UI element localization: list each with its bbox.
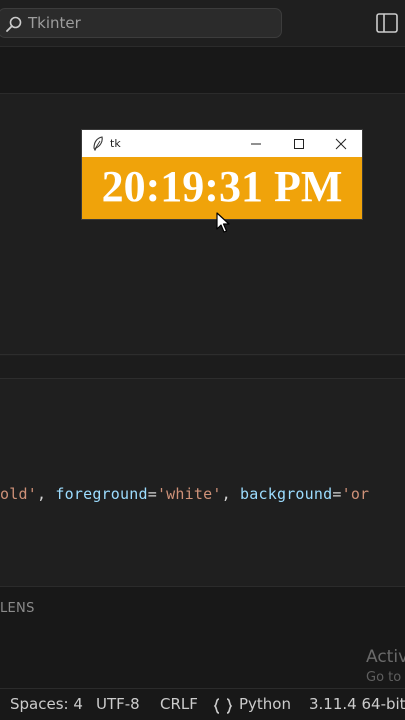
status-python-interpreter[interactable]: 3.11.4 64-bit (309, 695, 405, 713)
command-center-search[interactable]: Tkinter (0, 8, 282, 38)
sticky-scroll-band (0, 356, 405, 378)
code-token: 'or (341, 485, 370, 503)
tk-clock-window[interactable]: tk 20:19:31 PM (82, 130, 362, 219)
status-eol[interactable]: CRLF (160, 695, 198, 713)
search-query: Tkinter (28, 14, 81, 32)
toggle-sidebar-layout-icon[interactable] (376, 13, 398, 33)
editor-divider (0, 354, 405, 355)
activate-windows-watermark: Activ (366, 647, 405, 667)
code-line[interactable]: old', foreground='white', background='or (0, 485, 369, 503)
status-encoding[interactable]: UTF-8 (96, 695, 140, 713)
tk-window-title: tk (110, 137, 121, 150)
tk-title-bar[interactable]: tk (82, 130, 362, 157)
code-token: , (36, 485, 56, 503)
tk-feather-icon (93, 136, 103, 151)
clock-time-label: 20:19:31 PM (101, 162, 343, 211)
bottom-panel: LENS Activ Go to (0, 586, 405, 689)
tk-close-button[interactable] (320, 130, 362, 157)
close-icon (335, 138, 347, 150)
maximize-icon (294, 139, 304, 149)
status-language-mode[interactable]: Python (239, 695, 291, 713)
code-token: = (332, 485, 342, 503)
code-token: , (221, 485, 241, 503)
minimize-icon (251, 143, 261, 145)
title-bar: Tkinter (0, 0, 405, 47)
code-token: old' (0, 485, 37, 503)
editor-tab-bar (0, 47, 405, 94)
activate-windows-subtext: Go to (366, 670, 402, 685)
mouse-cursor-icon (216, 212, 230, 233)
status-indentation[interactable]: Spaces: 4 (10, 695, 83, 713)
search-icon (6, 16, 22, 32)
code-token: 'white' (156, 485, 222, 503)
status-bar: Spaces: 4 UTF-8 CRLF Python 3.11.4 64-bi… (0, 688, 405, 720)
code-token: = (147, 485, 157, 503)
editor-divider (0, 378, 405, 379)
vscode-window: Tkinter old', foreground='white', backgr… (0, 0, 405, 720)
code-token: background (240, 485, 333, 503)
tk-minimize-button[interactable] (235, 130, 277, 157)
code-token: foreground (55, 485, 148, 503)
tk-maximize-button[interactable] (278, 130, 320, 157)
braces-icon (213, 698, 233, 714)
panel-header[interactable]: LENS (0, 601, 35, 616)
